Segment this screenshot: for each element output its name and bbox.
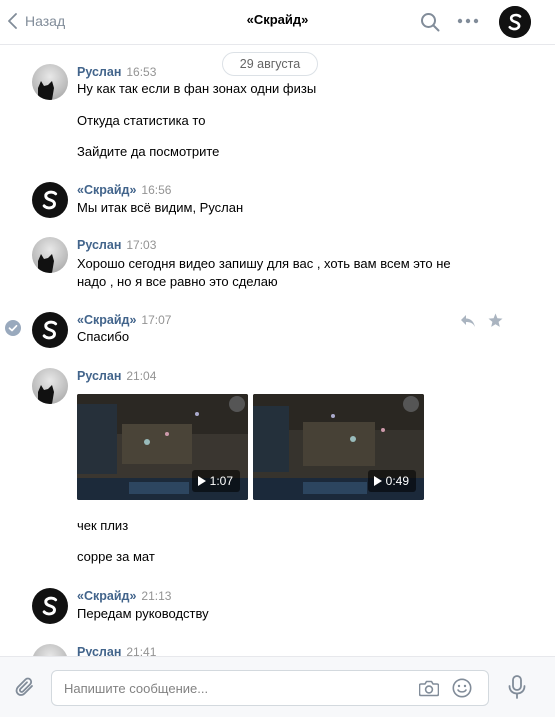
message-time[interactable]: 21:13: [141, 589, 171, 603]
cat-silhouette-icon: [38, 254, 54, 273]
video-duration: 0:49: [367, 470, 416, 492]
star-icon[interactable]: [488, 313, 503, 328]
date-divider: 29 августа: [222, 52, 318, 76]
message-time[interactable]: 16:56: [141, 183, 171, 197]
message-meta: Руслан 17:03: [77, 237, 156, 253]
video-attachment[interactable]: 0:49: [253, 394, 424, 500]
author-name[interactable]: «Скрайд»: [77, 183, 136, 197]
author-name[interactable]: Руслан: [77, 369, 121, 383]
brand-s-logo-icon: [42, 190, 58, 210]
message-input-box: [51, 670, 489, 706]
avatar[interactable]: [32, 237, 68, 273]
message-text: Ну как так если в фан зонах одни физы: [77, 81, 317, 96]
message-text: чек плиз: [77, 518, 129, 533]
duration-label: 1:07: [209, 474, 233, 488]
cat-silhouette-icon: [38, 385, 54, 404]
message-text: Зайдите да посмотрите: [77, 144, 220, 159]
brand-s-logo-icon: [42, 320, 58, 340]
message-time[interactable]: 17:03: [126, 238, 156, 252]
video-attachment[interactable]: 1:07: [77, 394, 248, 500]
author-name[interactable]: «Скрайд»: [77, 589, 136, 603]
avatar[interactable]: [32, 368, 68, 404]
avatar[interactable]: [32, 588, 68, 624]
message-input[interactable]: [64, 671, 404, 705]
message-meta: «Скрайд» 17:07: [77, 312, 171, 328]
message-time[interactable]: 16:53: [126, 65, 156, 79]
duration-label: 0:49: [385, 474, 409, 488]
message-meta: Руслан 16:53: [77, 64, 156, 80]
author-name[interactable]: «Скрайд»: [77, 313, 136, 327]
message-text: Откуда статистика то: [77, 113, 206, 128]
avatar[interactable]: [32, 312, 68, 348]
reply-icon[interactable]: [460, 314, 476, 328]
message-time[interactable]: 21:04: [126, 369, 156, 383]
chat-avatar[interactable]: [499, 6, 531, 38]
message-meta: «Скрайд» 21:13: [77, 588, 171, 604]
message-time[interactable]: 17:07: [141, 313, 171, 327]
read-check-icon: [5, 320, 21, 336]
paperclip-icon[interactable]: [14, 676, 36, 698]
message-text: Передам руководству: [77, 606, 209, 621]
message-meta: «Скрайд» 16:56: [77, 182, 171, 198]
search-icon[interactable]: [420, 12, 440, 32]
cat-silhouette-icon: [38, 81, 54, 100]
smile-icon[interactable]: [452, 678, 472, 698]
camera-icon[interactable]: [419, 679, 439, 697]
message-text: Спасибо: [77, 329, 130, 344]
message-meta: Руслан 21:04: [77, 368, 156, 384]
video-duration: 1:07: [191, 470, 240, 492]
message-text: Мы итак всё видим, Руслан: [77, 200, 244, 215]
avatar[interactable]: [32, 64, 68, 100]
message-text: сорре за мат: [77, 549, 155, 564]
brand-s-logo-icon: [42, 596, 58, 616]
avatar[interactable]: [32, 182, 68, 218]
message-text: Хорошо сегодня видео запишу для вас , хо…: [77, 256, 451, 271]
message-text: надо , но я все равно это сделаю: [77, 274, 278, 289]
author-name[interactable]: Руслан: [77, 238, 121, 252]
author-name[interactable]: Руслан: [77, 65, 121, 79]
microphone-icon[interactable]: [508, 675, 526, 699]
play-icon: [373, 476, 382, 486]
more-icon[interactable]: [457, 17, 479, 25]
message-composer: [0, 656, 555, 717]
play-icon: [197, 476, 206, 486]
chat-header: Назад «Скрайд»: [0, 0, 555, 45]
